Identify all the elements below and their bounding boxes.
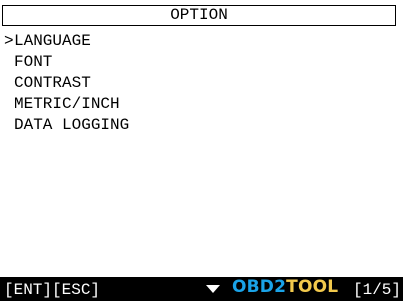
option-menu: > LANGUAGE FONT CONTRAST METRIC/INCH DAT… xyxy=(4,31,396,136)
selection-cursor: > xyxy=(4,32,14,50)
menu-item-label: DATA LOGGING xyxy=(14,116,130,134)
watermark-part-2: TOOL xyxy=(286,277,339,297)
menu-item-label: METRIC/INCH xyxy=(14,95,120,113)
menu-item-label: FONT xyxy=(14,53,53,71)
page-indicator: [1/5] xyxy=(352,281,401,299)
option-screen: OPTION > LANGUAGE FONT CONTRAST METRIC/I… xyxy=(0,0,403,301)
menu-item-label: LANGUAGE xyxy=(14,32,91,50)
menu-item-data-logging[interactable]: DATA LOGGING xyxy=(4,115,396,136)
watermark-logo: OBD2TOOL xyxy=(232,277,338,297)
menu-item-language[interactable]: > LANGUAGE xyxy=(4,31,396,52)
watermark-part-1: OBD2 xyxy=(232,277,287,297)
footer-bar: [ENT][ESC] OBD2TOOL [1/5] xyxy=(0,277,403,301)
triangle-down-icon[interactable] xyxy=(206,285,220,293)
menu-item-contrast[interactable]: CONTRAST xyxy=(4,73,396,94)
page-title-text: OPTION xyxy=(170,6,228,24)
key-hints[interactable]: [ENT][ESC] xyxy=(4,280,100,300)
menu-item-metric-inch[interactable]: METRIC/INCH xyxy=(4,94,396,115)
menu-item-label: CONTRAST xyxy=(14,74,91,92)
page-title: OPTION xyxy=(2,5,396,26)
menu-item-font[interactable]: FONT xyxy=(4,52,396,73)
